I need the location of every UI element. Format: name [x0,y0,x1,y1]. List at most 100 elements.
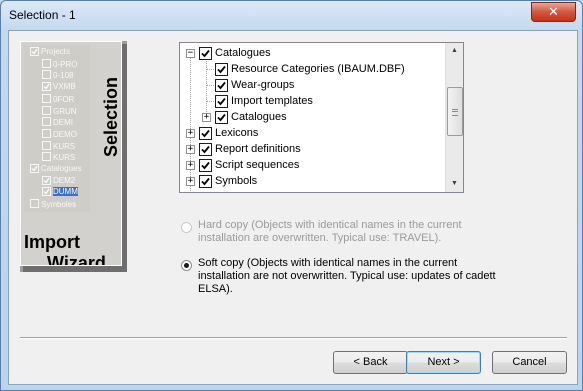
tree-item-checkbox[interactable] [199,175,212,188]
graphic-tree-item-label: DEMO [53,129,77,139]
tree-item-checkbox[interactable] [199,159,212,172]
tree-item-checkbox[interactable] [199,127,212,140]
tree-item-label[interactable]: Lexicons [215,125,258,141]
tree-items-container: − Catalogues Resource Categories (IBAUM.DB… [180,43,446,192]
soft-copy-radio[interactable] [181,260,192,271]
scroll-grip-icon [452,109,458,116]
back-button[interactable]: < Back [333,351,408,374]
tree-item-checkbox[interactable] [215,95,228,108]
wizard-graphic: Projects 0-PRO 0-108 VXMB 0FOR GRUN DEMI DEMO KU… [20,41,127,272]
scroll-up-arrow-icon[interactable]: ▲ [446,43,463,59]
mini-unchecked-box-icon [42,58,51,68]
tree-vertical-scrollbar[interactable]: ▲ ▼ [445,43,463,192]
tree-item-checkbox[interactable] [199,47,212,60]
wizard-client-area: Projects 0-PRO 0-108 VXMB 0FOR GRUN DEMI DEMO KU… [8,30,578,385]
graphic-tree-item: DEMO [42,128,77,139]
graphic-tree-item-label: VXMB [53,82,76,92]
graphic-mini-tree: Projects 0-PRO 0-108 VXMB 0FOR GRUN DEMI DEMO KU… [24,45,90,212]
graphic-tree-item-label: KURS [53,153,76,163]
expand-icon[interactable]: + [186,145,195,154]
mini-checked-box-icon [30,164,39,173]
tree-item-checkbox[interactable] [215,63,228,76]
object-tree-view[interactable]: − Catalogues Resource Categories (IBAUM.DB… [179,42,464,193]
tree-item-label[interactable]: Symbols [215,173,257,189]
graphic-word-import: Import [24,232,80,252]
collapse-icon[interactable]: − [186,49,195,58]
cancel-button[interactable]: Cancel [492,351,567,374]
tree-item-label[interactable]: Catalogues [231,109,287,125]
tree-item-label[interactable]: Report definitions [215,141,301,157]
hard-copy-radio [181,222,192,233]
mini-checked-box-icon [30,47,39,56]
graphic-tree-item-label: Catalogues [41,164,82,173]
window-title: Selection - 1 [9,8,76,22]
button-divider [20,337,567,339]
scroll-down-arrow-icon[interactable]: ▼ [446,176,463,192]
graphic-plate: Projects 0-PRO 0-108 VXMB 0FOR GRUN DEMI DEMO KU… [20,41,122,266]
next-button[interactable]: Next > [406,351,481,374]
back-button-label: < Back [353,356,388,368]
graphic-tree-item: Projects [30,47,70,57]
tree-item[interactable]: − Catalogues [180,45,446,61]
tree-item[interactable]: Resource Categories (IBAUM.DBF) [180,61,446,77]
graphic-tree-item: DEM2 [42,175,76,186]
graphic-tree-item: 0FOR [42,93,74,104]
tree-item-label[interactable]: Import templates [231,93,313,109]
expand-icon[interactable]: + [186,129,195,138]
radio-selected-dot [184,263,189,268]
tree-item-label[interactable]: Resource Categories (IBAUM.DBF) [231,61,405,77]
next-button-label: Next > [427,356,460,368]
tree-item-checkbox[interactable] [215,79,228,92]
mini-unchecked-box-icon [42,152,51,162]
tree-item[interactable]: Import templates [180,93,446,109]
tree-item-label[interactable]: Wear-groups [231,77,294,93]
graphic-tree-item-label: DEMI [53,118,73,128]
graphic-tree-item-label: DEM2 [53,175,76,185]
close-button[interactable]: ✕ [531,2,576,22]
graphic-tree-item: DUMM [42,187,78,197]
mini-unchecked-box-icon [42,140,51,150]
graphic-tree-item: GRUN [42,105,77,116]
tree-item-checkbox[interactable] [199,143,212,156]
graphic-tree-item-label: GRUN [53,106,77,116]
close-icon: ✕ [548,4,559,19]
tree-branch-line [206,85,214,86]
graphic-tree-item-label: Symboles [41,200,77,210]
tree-item-label[interactable]: Script sequences [215,157,299,173]
tree-item[interactable]: + Report definitions [180,141,446,157]
title-bar[interactable]: Selection - 1 ✕ [1,1,582,31]
tree-branch-line [206,69,214,70]
mini-unchecked-box-icon [42,70,51,80]
soft-copy-option[interactable]: Soft copy (Objects with identical names … [181,257,501,299]
graphic-tree-item: DEMI [42,117,73,127]
tree-item[interactable]: Wear-groups [180,77,446,93]
tree-item[interactable]: + Catalogues [180,109,446,125]
cancel-button-label: Cancel [512,356,547,368]
mini-checked-box-icon [42,82,51,92]
graphic-tree-item: VXMB [42,82,76,92]
tree-item[interactable]: + Symbols [180,173,446,189]
scroll-thumb[interactable] [447,87,463,136]
graphic-tree-item: KURS [42,152,75,162]
tree-item[interactable]: + Script sequences [180,157,446,173]
expand-icon[interactable]: + [186,161,195,170]
expand-icon[interactable]: + [202,113,211,122]
tree-item-label[interactable]: Catalogues [215,45,271,61]
soft-copy-label[interactable]: Soft copy (Objects with identical names … [198,257,508,296]
mini-unchecked-box-icon [42,117,51,127]
graphic-word-selection: Selection [101,76,121,157]
expand-icon[interactable]: + [186,177,195,186]
mini-unchecked-box-icon [42,128,51,138]
tree-item[interactable]: + Lexicons [180,125,446,141]
graphic-tree-item-label: KURS [53,141,76,151]
tree-item-checkbox[interactable] [215,111,228,124]
graphic-tree-item-label: Projects [41,47,70,56]
graphic-tree-item: KURS [42,140,76,151]
graphic-word-wizard: Wizard [47,253,106,266]
mini-checked-box-icon [42,187,51,197]
wizard-window: Selection - 1 ✕ Projects 0-PRO 0-108 VXMB 0F… [0,0,583,391]
graphic-tree-item-label: DUMM [53,187,78,197]
graphic-tree-item-label: 0-PRO [53,59,78,69]
graphic-tree-item: 0-PRO [42,58,78,69]
hard-copy-label: Hard copy (Objects with identical names … [198,219,462,244]
